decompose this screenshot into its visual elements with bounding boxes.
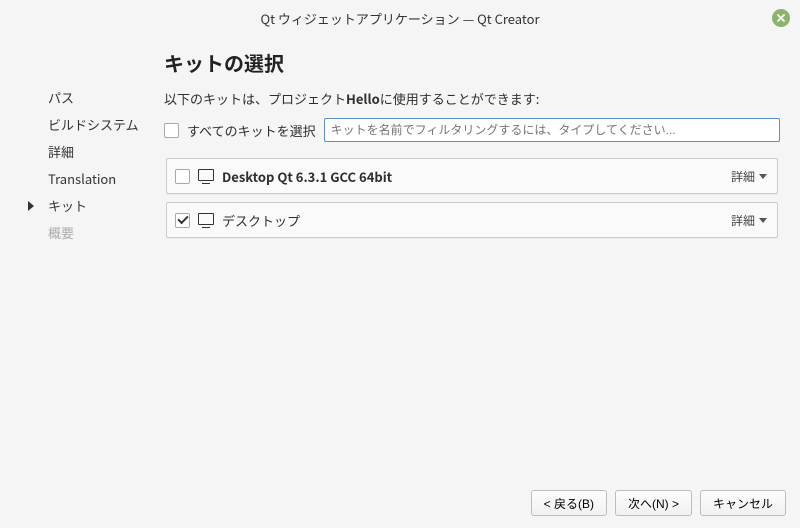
step-label: 概要 [48, 223, 74, 242]
kit-detail-button[interactable]: 詳細 [729, 210, 769, 231]
close-button[interactable] [772, 9, 790, 27]
wizard-main: キットの選択 以下のキットは、プロジェクトHelloに使用することができます: … [160, 36, 800, 474]
kit-detail-button[interactable]: 詳細 [729, 166, 769, 187]
chevron-down-icon [759, 218, 767, 223]
kit-name: Desktop Qt 6.3.1 GCC 64bit [222, 167, 721, 186]
desktop-icon [198, 169, 214, 183]
subtitle-post: に使用することができます: [380, 89, 540, 108]
kit-item[interactable]: デスクトップ 詳細 [166, 202, 778, 238]
step-kits: キット [26, 192, 154, 219]
next-button[interactable]: 次へ(N) > [615, 490, 692, 516]
wizard-buttons: < 戻る(B) 次へ(N) > キャンセル [0, 480, 800, 528]
filter-row: すべてのキットを選択 [164, 118, 780, 142]
wizard-window: Qt ウィジェットアプリケーション — Qt Creator パス ビルドシステ… [0, 0, 800, 528]
wizard-sidebar: パス ビルドシステム 詳細 Translation キット 概要 [0, 36, 160, 474]
select-all-label: すべてのキットを選択 [187, 121, 316, 140]
step-build-system: ビルドシステム [26, 111, 154, 138]
step-label: 詳細 [48, 142, 74, 161]
window-title: Qt ウィジェットアプリケーション — Qt Creator [260, 9, 539, 28]
select-all-checkbox[interactable] [164, 123, 179, 138]
step-path: パス [26, 84, 154, 111]
project-name: Hello [346, 89, 380, 108]
back-button[interactable]: < 戻る(B) [531, 490, 607, 516]
desktop-icon [198, 213, 214, 227]
step-summary: 概要 [26, 219, 154, 246]
close-icon [776, 13, 786, 23]
detail-label: 詳細 [731, 168, 755, 185]
step-label: ビルドシステム [48, 115, 139, 134]
detail-label: 詳細 [731, 212, 755, 229]
step-translation: Translation [26, 165, 154, 192]
chevron-down-icon [759, 174, 767, 179]
page-title: キットの選択 [164, 48, 780, 77]
subtitle-pre: 以下のキットは、プロジェクト [164, 89, 346, 108]
kit-checkbox[interactable] [175, 169, 190, 184]
step-label: Translation [48, 169, 116, 188]
cancel-button[interactable]: キャンセル [700, 490, 786, 516]
step-details: 詳細 [26, 138, 154, 165]
content-row: パス ビルドシステム 詳細 Translation キット 概要 キットの選択 … [0, 36, 800, 480]
kit-list: Desktop Qt 6.3.1 GCC 64bit 詳細 デスクトップ 詳細 [164, 156, 780, 474]
page-subtitle: 以下のキットは、プロジェクトHelloに使用することができます: [164, 89, 780, 108]
kit-item[interactable]: Desktop Qt 6.3.1 GCC 64bit 詳細 [166, 158, 778, 194]
titlebar: Qt ウィジェットアプリケーション — Qt Creator [0, 0, 800, 36]
step-label: パス [48, 88, 74, 107]
kit-checkbox[interactable] [175, 213, 190, 228]
step-label: キット [48, 196, 87, 215]
kit-name: デスクトップ [222, 211, 721, 230]
kit-filter-input[interactable] [324, 118, 780, 142]
